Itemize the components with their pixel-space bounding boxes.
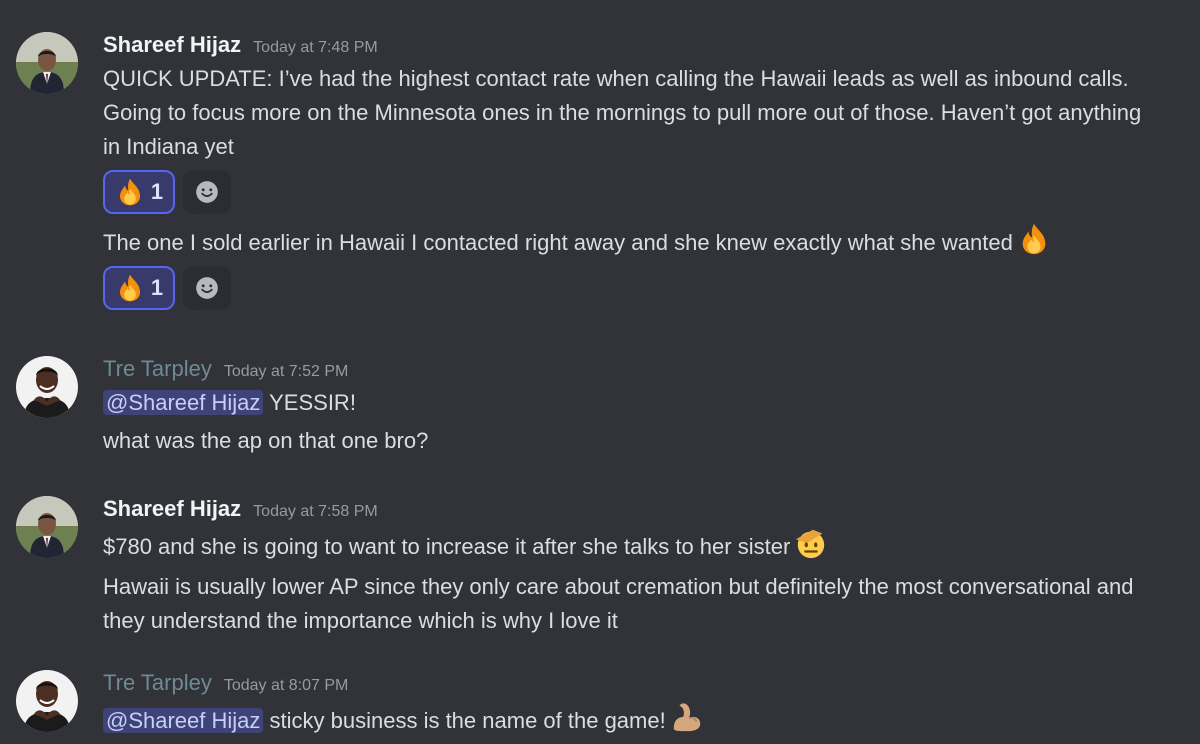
message-header: Shareef Hijaz Today at 7:58 PM [103,496,1160,526]
reactions-bar: 1 [103,266,1160,312]
message-text: @Shareef Hijaz sticky business is the na… [103,700,1160,738]
message-line: sticky business is the name of the game! [263,708,666,733]
smile-plus-icon [194,275,220,301]
message-header: Tre Tarpley Today at 7:52 PM [103,356,1160,386]
add-reaction-button[interactable] [183,266,231,310]
smile-plus-icon [194,179,220,205]
reaction-fire[interactable]: 1 [103,170,175,214]
message-text: QUICK UPDATE: I’ve had the highest conta… [103,66,1142,159]
timestamp: Today at 8:07 PM [223,677,349,694]
message-text: @Shareef Hijaz YESSIR! [103,386,1160,420]
avatar[interactable] [16,496,78,558]
timestamp: Today at 7:52 PM [223,363,349,380]
message-header: Shareef Hijaz Today at 7:48 PM [103,32,1160,62]
author-name[interactable]: Shareef Hijaz [103,496,241,522]
message-text: what was the ap on that one bro? [103,428,429,453]
user-mention[interactable]: @Shareef Hijaz [103,390,264,415]
message-text: $780 and she is going to want to increas… [103,526,1160,564]
add-reaction-button[interactable] [183,170,231,214]
avatar[interactable] [16,356,78,418]
reaction-count: 1 [150,275,164,300]
message-line: $780 and she is going to want to increas… [103,534,791,559]
fire-emoji-icon [1017,222,1051,256]
message-line: YESSIR! [263,390,356,415]
message-line: The one I sold earlier in Hawaii I conta… [103,230,1013,255]
saluting-face-emoji-icon [794,526,828,560]
timestamp: Today at 7:48 PM [253,39,378,56]
reactions-bar: 1 [103,170,1160,216]
flexed-biceps-emoji-icon [670,700,704,734]
avatar[interactable] [16,670,78,732]
avatar[interactable] [16,32,78,94]
fire-icon [115,273,145,303]
user-mention[interactable]: @Shareef Hijaz [103,708,264,733]
timestamp: Today at 7:58 PM [253,503,378,520]
message-text: The one I sold earlier in Hawaii I conta… [103,222,1160,260]
message-header: Tre Tarpley Today at 8:07 PM [103,670,1160,700]
author-name[interactable]: Tre Tarpley [103,356,212,382]
reaction-fire[interactable]: 1 [103,266,175,310]
fire-icon [115,177,145,207]
author-name[interactable]: Shareef Hijaz [103,32,241,58]
author-name[interactable]: Tre Tarpley [103,670,212,696]
message-text: Hawaii is usually lower AP since they on… [103,574,1134,633]
reaction-count: 1 [150,179,164,204]
